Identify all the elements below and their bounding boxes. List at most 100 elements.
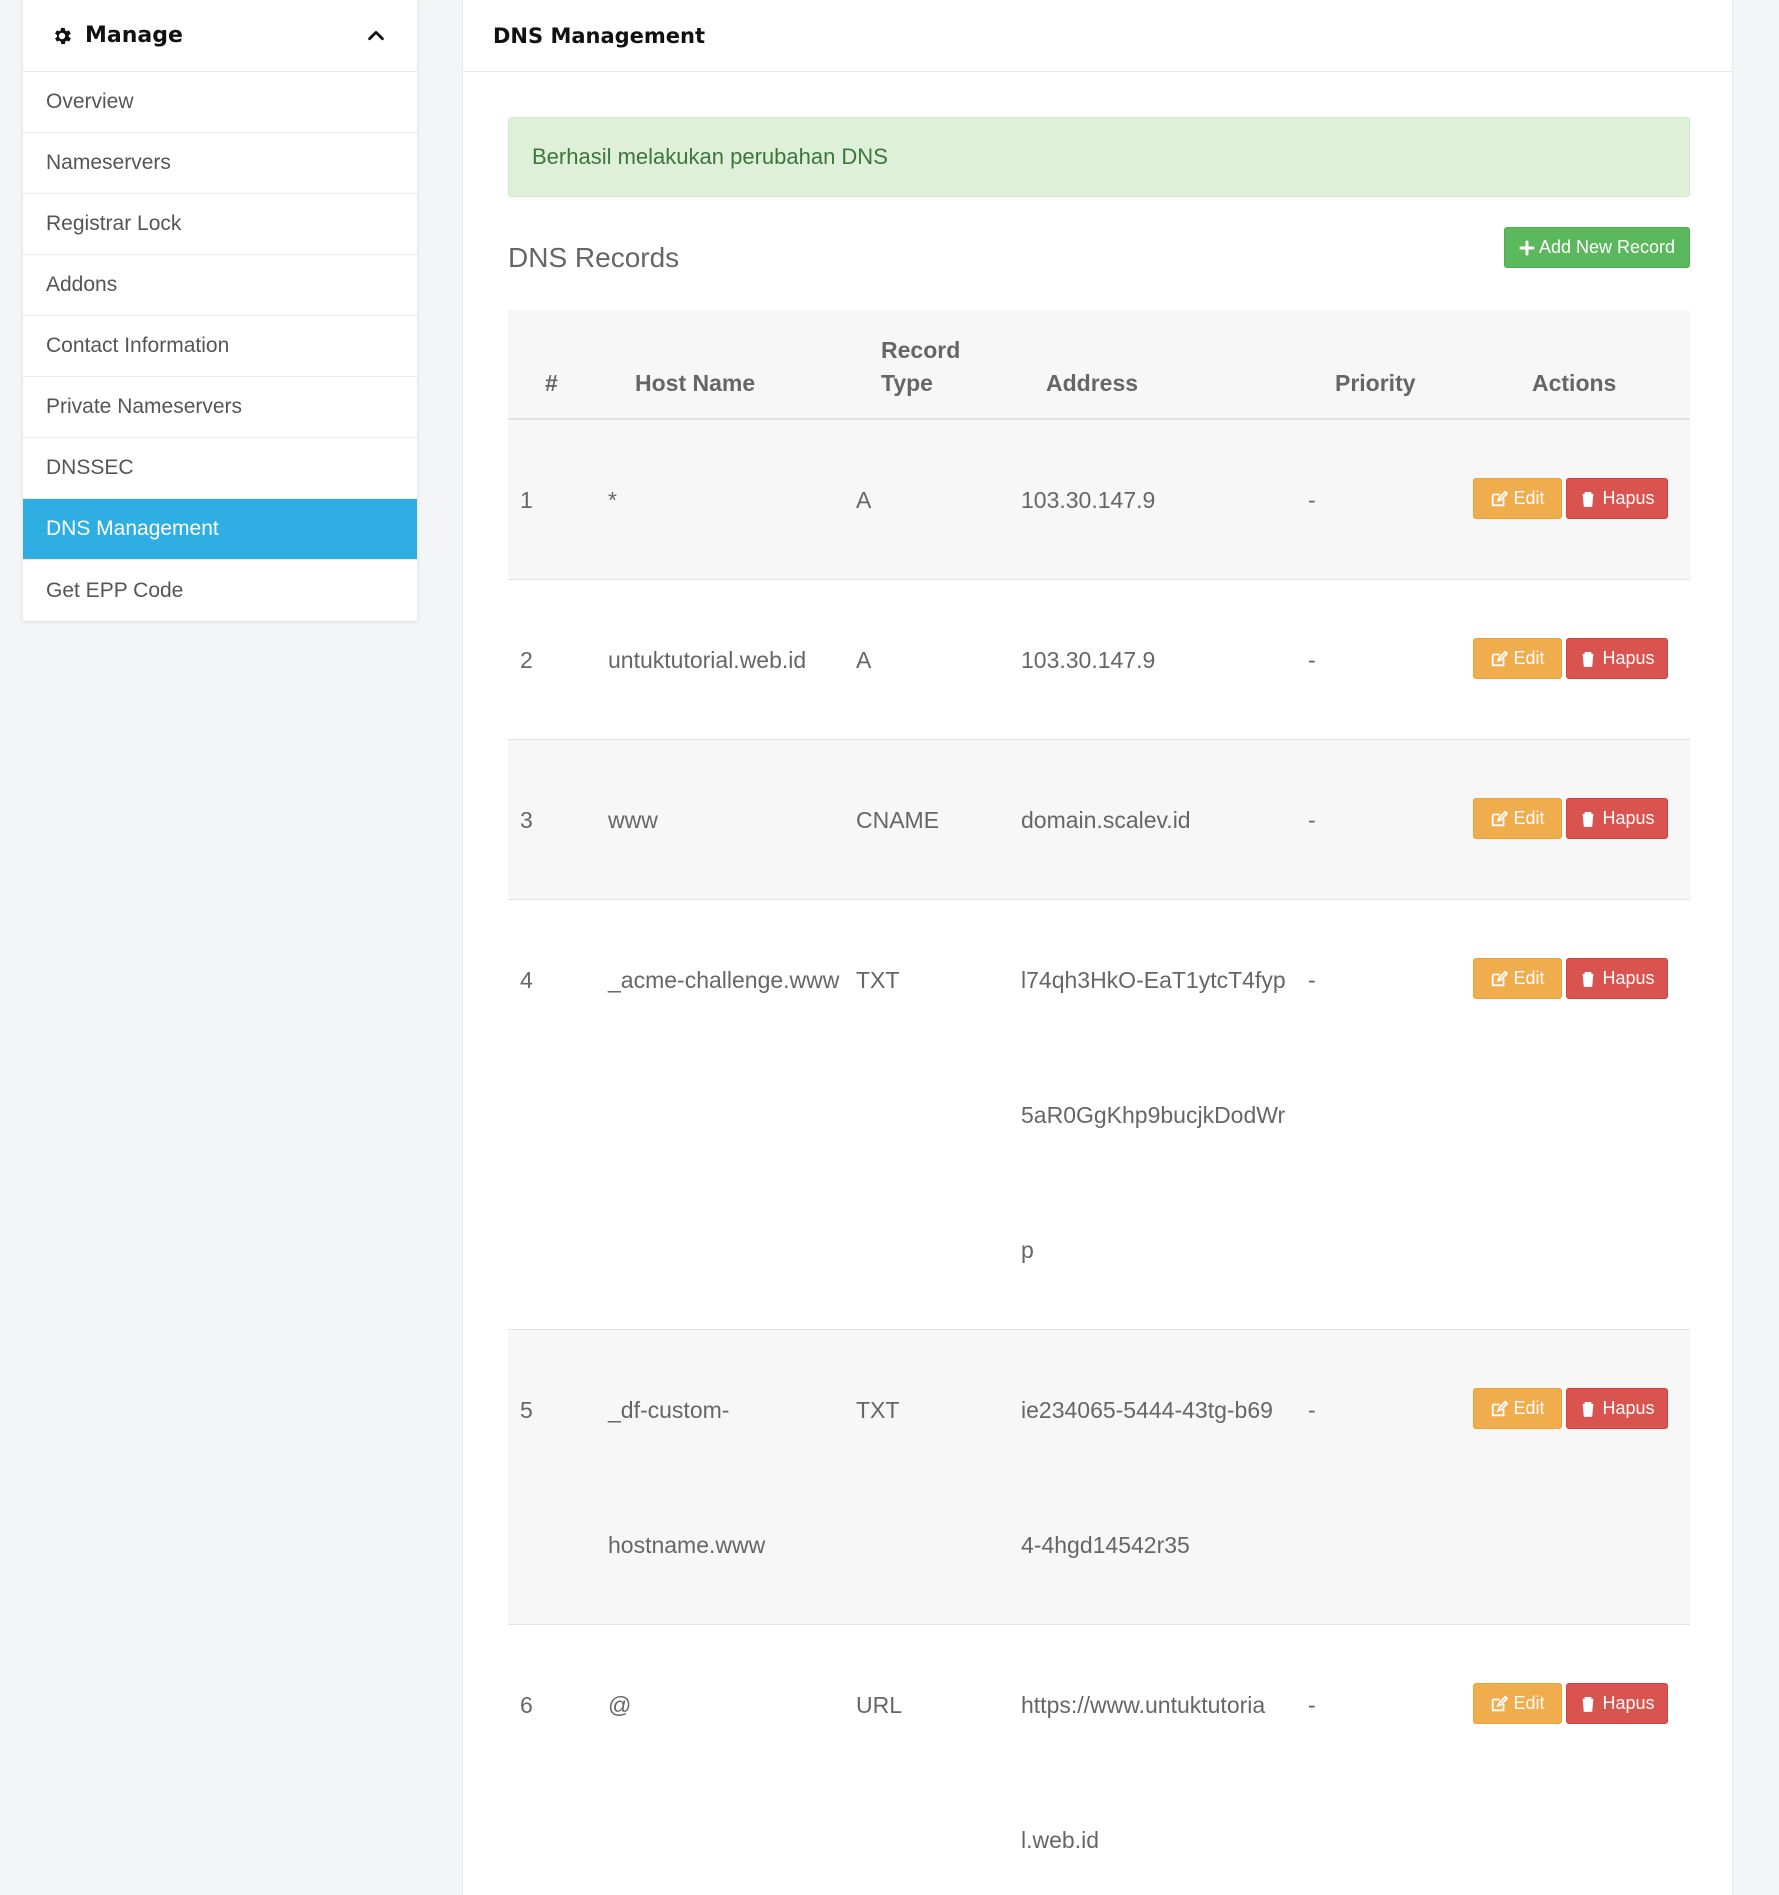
edit-label: Edit [1513, 1398, 1545, 1418]
edit-record-button[interactable]: Edit [1473, 638, 1562, 679]
cell-record-type: A [856, 647, 872, 673]
edit-record-button[interactable]: Edit [1473, 798, 1562, 839]
cell-number: 4 [520, 967, 533, 993]
cell-host-name-line: untuktutorial.web.id [608, 647, 807, 673]
cell-host-name: untuktutorial.web.id [608, 645, 806, 675]
edit-icon [1492, 1695, 1509, 1711]
cell-record-type: CNAME [856, 807, 940, 833]
cell-record-type: URL [856, 1692, 903, 1718]
cell-address-line: p [1021, 1237, 1034, 1263]
trash-icon [1583, 1696, 1594, 1712]
edit-record-button[interactable]: Edit [1473, 1683, 1562, 1724]
delete-record-button[interactable]: Hapus [1566, 478, 1668, 519]
section-title: DNS Records [508, 242, 680, 273]
edit-icon [1492, 810, 1509, 826]
delete-label: Hapus [1602, 1693, 1655, 1713]
add-new-record-button[interactable]: Add New Record [1504, 227, 1690, 268]
cell-address: l74qh3HkO-EaT1ytcT4fyp 5aR0GgKhp9bucjkDod… [1021, 965, 1286, 1265]
cell-host-name: _df-custom-hostname.www [608, 1395, 765, 1560]
sidebar-item-addons[interactable]: Addons [23, 255, 417, 316]
table-body: 1 * A 103.30.147.9 - Edit Hapus 2 untuktutorial.… [508, 420, 1690, 1895]
sidebar-item-dnssec[interactable]: DNSSEC [23, 438, 417, 499]
edit-icon [1492, 970, 1509, 986]
delete-record-button[interactable]: Hapus [1566, 958, 1668, 999]
cell-address-line: 103.30.147.9 [1021, 487, 1156, 513]
trash-icon [1583, 491, 1594, 507]
delete-label: Hapus [1602, 1398, 1655, 1418]
sidebar-title: Manage [85, 23, 183, 48]
cell-host-name-line: * [608, 487, 617, 513]
sidebar-item-nameservers[interactable]: Nameservers [23, 133, 417, 194]
cell-address: 103.30.147.9 [1021, 645, 1155, 675]
cell-host-name-line: www [608, 807, 658, 833]
table-row: 3 www CNAME domain.scalev.id - Edit Hapus [508, 740, 1690, 900]
cell-host-name: @ [608, 1690, 631, 1720]
edit-icon [1492, 650, 1509, 666]
sidebar-item-registrar-lock[interactable]: Registrar Lock [23, 194, 417, 255]
cell-address-line: l.web.id [1021, 1827, 1099, 1853]
dns-management-panel: DNS Management Berhasil melakukan peruba… [462, 0, 1733, 1895]
cell-host-name: * [608, 485, 617, 515]
cell-number: 1 [520, 487, 533, 513]
cell-host-name-line: hostname.www [608, 1532, 766, 1558]
trash-icon [1583, 1401, 1594, 1417]
header-address: Address [1046, 370, 1139, 396]
cell-address-line: 4-4hgd14542r35 [1021, 1532, 1190, 1558]
cell-priority: - [1308, 647, 1316, 673]
cell-priority: - [1308, 967, 1316, 993]
cell-address-line: ie234065-5444-43tg-b69 [1021, 1397, 1273, 1423]
chevron-up-icon[interactable] [365, 25, 387, 47]
cell-host-name-line: _df-custom- [608, 1397, 730, 1423]
header-record-type-line2: Type [881, 370, 933, 396]
cell-number: 5 [520, 1397, 533, 1423]
sidebar-header[interactable]: Manage [23, 0, 417, 72]
trash-icon [1583, 811, 1594, 827]
delete-label: Hapus [1602, 648, 1655, 668]
table-row: 5 _df-custom-hostname.www TXT ie234065-5444… [508, 1330, 1690, 1625]
table-header: # Host Name Record Type Address Priority… [508, 310, 1690, 420]
cell-number: 2 [520, 647, 533, 673]
sidebar-item-overview[interactable]: Overview [23, 72, 417, 133]
delete-label: Hapus [1602, 968, 1655, 988]
cell-address-line: 5aR0GgKhp9bucjkDodWr [1021, 1102, 1286, 1128]
trash-icon [1583, 651, 1594, 667]
cell-address: domain.scalev.id [1021, 805, 1191, 835]
trash-icon [1583, 971, 1594, 987]
cell-priority: - [1308, 1397, 1316, 1423]
add-button-label: Add New Record [1538, 237, 1676, 257]
delete-label: Hapus [1602, 808, 1655, 828]
sidebar-item-contact-information[interactable]: Contact Information [23, 316, 417, 377]
delete-record-button[interactable]: Hapus [1566, 1388, 1668, 1429]
sidebar-item-dns-management[interactable]: DNS Management [23, 499, 417, 560]
sidebar-item-get-epp-code[interactable]: Get EPP Code [23, 560, 417, 621]
header-priority: Priority [1335, 370, 1416, 396]
cell-address-line: domain.scalev.id [1021, 807, 1191, 833]
cell-priority: - [1308, 1692, 1316, 1718]
cell-priority: - [1308, 807, 1316, 833]
delete-record-button[interactable]: Hapus [1566, 798, 1668, 839]
cell-address-line: l74qh3HkO-EaT1ytcT4fyp [1021, 967, 1286, 993]
cell-address: 103.30.147.9 [1021, 485, 1155, 515]
manage-sidebar: Manage Overview Nameservers Registrar Lock… [23, 0, 417, 621]
delete-record-button[interactable]: Hapus [1566, 638, 1668, 679]
edit-label: Edit [1513, 1693, 1545, 1713]
sidebar-item-private-nameservers[interactable]: Private Nameservers [23, 377, 417, 438]
edit-record-button[interactable]: Edit [1473, 958, 1562, 999]
cell-address: https://www.untuktutoria l.web.id [1021, 1690, 1265, 1855]
edit-label: Edit [1513, 488, 1545, 508]
header-actions: Actions [1532, 370, 1617, 396]
header-number: # [545, 370, 558, 396]
cell-number: 6 [520, 1692, 533, 1718]
dns-records-table: # Host Name Record Type Address Priority… [508, 310, 1690, 1895]
cell-host-name: _acme-challenge.www [608, 965, 839, 995]
delete-label: Hapus [1602, 488, 1655, 508]
edit-record-button[interactable]: Edit [1473, 1388, 1562, 1429]
edit-icon [1492, 1400, 1509, 1416]
sidebar-menu: Overview Nameservers Registrar Lock Addons C… [23, 72, 417, 621]
delete-record-button[interactable]: Hapus [1566, 1683, 1668, 1724]
table-row: 4 _acme-challenge.www TXT l74qh3HkO-EaT1ytc… [508, 900, 1690, 1330]
edit-icon [1492, 490, 1509, 506]
edit-record-button[interactable]: Edit [1473, 478, 1562, 519]
cell-record-type: TXT [856, 967, 900, 993]
table-row: 2 untuktutorial.web.id A 103.30.147.9 - Edit H… [508, 580, 1690, 740]
